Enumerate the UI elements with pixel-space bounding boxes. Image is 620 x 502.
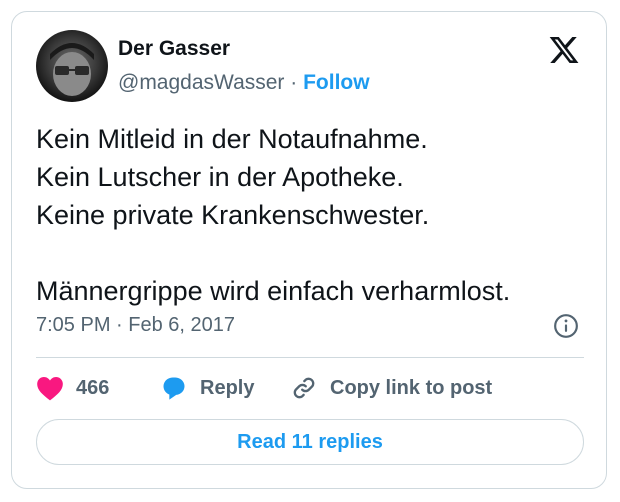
tweet-timestamp[interactable]: 7:05 PM · Feb 6, 2017 — [36, 314, 235, 337]
x-logo-icon[interactable] — [548, 34, 580, 66]
reply-bubble-icon — [163, 377, 185, 400]
like-button[interactable]: 466 — [36, 372, 109, 404]
reply-label: Reply — [200, 376, 255, 399]
author-handle[interactable]: @magdasWasser — [118, 71, 284, 94]
follow-button[interactable]: Follow — [303, 71, 370, 94]
avatar[interactable] — [36, 30, 108, 102]
read-replies-label: Read 11 replies — [237, 430, 383, 453]
like-count: 466 — [76, 376, 110, 399]
author-handle-row: @magdasWasser · Follow — [118, 71, 370, 95]
tweet-line: Männergrippe wird einfach verharmlost. — [36, 276, 511, 306]
author-name[interactable]: Der Gasser — [118, 37, 230, 61]
tweet-card: Der Gasser @magdasWasser · Follow Kein M… — [11, 11, 607, 489]
avatar-photo-icon — [50, 43, 94, 96]
tweet-text: Kein Mitleid in der Notaufnahme. Kein Lu… — [36, 120, 596, 310]
read-replies-button[interactable]: Read 11 replies — [36, 419, 584, 465]
reply-button[interactable]: Reply — [160, 372, 254, 404]
tweet-line — [36, 234, 596, 272]
tweet-line: Kein Mitleid in der Notaufnahme. — [36, 124, 428, 154]
tweet-line: Kein Lutscher in der Apotheke. — [36, 162, 404, 192]
separator-dot: · — [290, 71, 298, 94]
heart-icon — [37, 377, 63, 401]
divider — [36, 357, 584, 358]
tweet-line: Keine private Krankenschwester. — [36, 200, 430, 230]
link-icon — [293, 377, 315, 399]
copy-link-label: Copy link to post — [330, 376, 493, 399]
copy-link-button[interactable]: Copy link to post — [290, 372, 492, 404]
info-icon[interactable] — [553, 313, 579, 339]
